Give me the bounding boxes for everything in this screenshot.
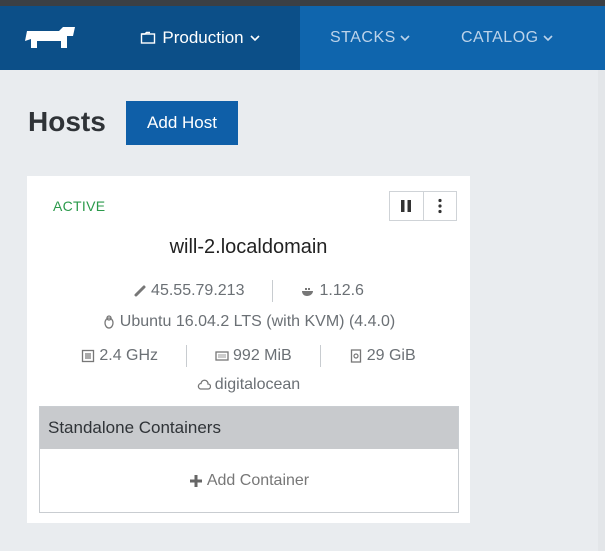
nav-stacks[interactable]: STACKS: [330, 6, 410, 70]
chevron-down-icon: [543, 35, 553, 42]
docker-whale-icon: [302, 288, 314, 296]
more-actions-button[interactable]: [422, 192, 457, 220]
standalone-containers-panel: Standalone Containers Add Container: [39, 406, 459, 513]
ranch-cow-icon: [25, 27, 75, 48]
pause-icon: [401, 200, 412, 212]
host-os: Ubuntu 16.04.2 LTS (with KVM) (4.4.0): [102, 313, 395, 331]
nav-stacks-label: STACKS: [330, 29, 396, 46]
rancher-logo[interactable]: [0, 6, 100, 70]
chevron-down-icon: [400, 35, 410, 42]
memory-icon: [215, 351, 229, 361]
add-container-button[interactable]: Add Container: [40, 449, 458, 512]
link-icon: [134, 285, 146, 297]
pause-button[interactable]: [390, 192, 423, 220]
host-cpu: 2.4 GHz: [81, 347, 158, 365]
add-container-label: Add Container: [206, 471, 310, 489]
nav-catalog[interactable]: CATALOG: [461, 6, 553, 70]
host-name[interactable]: will-2.localdomain: [27, 236, 470, 259]
host-ip: 45.55.79.213: [133, 282, 244, 300]
divider: [272, 280, 274, 302]
cloud-icon: [197, 379, 211, 390]
chevron-down-icon: [250, 35, 260, 42]
cpu-icon: [82, 349, 95, 363]
environment-label: Production: [162, 28, 244, 47]
page-title: Hosts: [28, 106, 106, 137]
host-provider-value: digitalocean: [214, 376, 301, 393]
linux-icon: [104, 315, 114, 329]
host-os-row: Ubuntu 16.04.2 LTS (with KVM) (4.4.0): [27, 313, 470, 331]
docker-version: 1.12.6: [301, 282, 364, 300]
host-resources-row: 2.4 GHz 992 MiB 29 GiB: [27, 345, 470, 367]
plus-icon: [189, 474, 202, 487]
host-provider: digitalocean: [197, 376, 300, 394]
host-storage-value: 29 GiB: [366, 347, 416, 364]
host-cpu-value: 2.4 GHz: [99, 347, 159, 364]
host-memory-value: 992 MiB: [233, 347, 292, 364]
add-host-button[interactable]: Add Host: [126, 101, 238, 145]
host-ip-value: 45.55.79.213: [151, 282, 245, 299]
host-card: ACTIVE will-2.localdomain 45.55.79.213 1…: [27, 176, 470, 523]
nav-catalog-label: CATALOG: [461, 29, 539, 46]
folder-icon: [141, 31, 156, 44]
standalone-containers-header: Standalone Containers: [40, 407, 458, 449]
divider: [186, 345, 188, 367]
right-edge-panel: [598, 70, 605, 551]
host-provider-row: digitalocean: [27, 376, 470, 394]
host-memory: 992 MiB: [215, 347, 292, 365]
divider: [319, 345, 321, 367]
environment-switcher[interactable]: Production: [100, 6, 300, 70]
host-storage: 29 GiB: [349, 347, 416, 365]
host-actions: [389, 191, 457, 221]
docker-version-value: 1.12.6: [319, 282, 364, 299]
storage-icon: [350, 349, 361, 363]
kebab-menu-icon: [438, 198, 442, 214]
host-network-row: 45.55.79.213 1.12.6: [27, 280, 470, 302]
host-status-badge: ACTIVE: [53, 198, 106, 214]
top-nav: Production STACKS CATALOG: [0, 6, 605, 70]
host-os-value: Ubuntu 16.04.2 LTS (with KVM) (4.4.0): [119, 313, 396, 330]
